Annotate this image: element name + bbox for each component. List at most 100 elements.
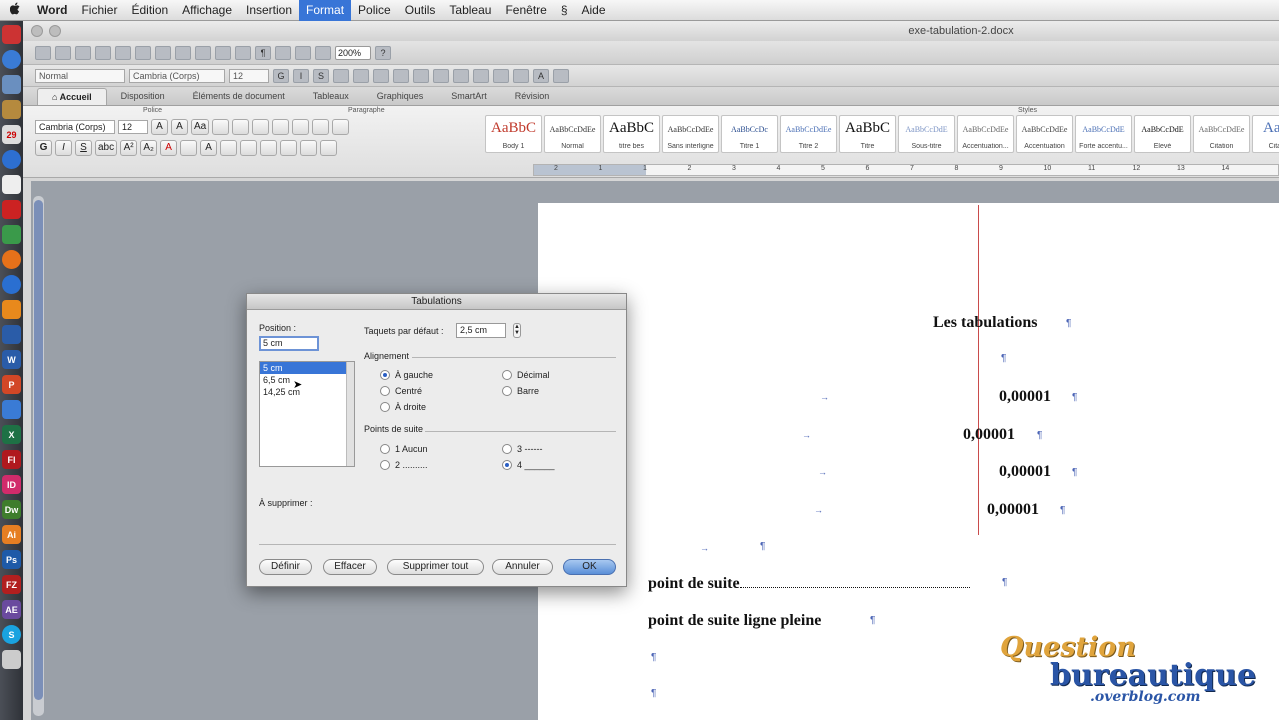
style-swatch[interactable]: AaBbCcDdE Forte accentu... (1075, 115, 1132, 153)
style-swatch[interactable]: AaBbCcDdE Élevé (1134, 115, 1191, 153)
powerpoint-icon[interactable]: P (2, 375, 21, 394)
ribbon-font-select[interactable]: Cambria (Corps) (35, 120, 115, 134)
clear-format-icon[interactable] (212, 119, 230, 135)
underline-ribbon-icon[interactable]: S (75, 140, 92, 156)
align-right-radio[interactable]: À droite (380, 402, 426, 412)
text-effects-icon[interactable]: A (200, 140, 218, 156)
tab-elements-document[interactable]: Éléments de document (179, 88, 299, 105)
position-list-item[interactable]: 5 cm (260, 362, 354, 374)
templates-icon[interactable] (55, 45, 71, 60)
app-store-icon[interactable] (2, 325, 21, 344)
italic-ribbon-icon[interactable]: I (55, 140, 72, 156)
indent-icon[interactable] (473, 68, 489, 83)
default-stops-stepper[interactable]: ▲ ▼ (513, 323, 521, 338)
safari-icon[interactable] (2, 275, 21, 294)
dreamweaver-icon[interactable]: Dw (2, 500, 21, 519)
doc-value[interactable]: 0,00001 (987, 501, 1039, 519)
menu-insertion[interactable]: Insertion (239, 0, 299, 21)
align-center-icon[interactable] (353, 68, 369, 83)
save-icon[interactable] (95, 45, 111, 60)
highlight-icon[interactable] (513, 68, 529, 83)
align-left-radio[interactable]: À gauche (380, 370, 433, 380)
outdent-icon[interactable] (453, 68, 469, 83)
vlc-icon[interactable] (2, 300, 21, 319)
subscript-icon[interactable]: A₂ (140, 140, 158, 156)
style-swatch[interactable]: AaBbC Titre (839, 115, 896, 153)
finder-icon[interactable] (2, 50, 21, 69)
leader-dots-radio[interactable]: 2 .......... (380, 460, 428, 470)
font-color-ribbon-icon[interactable]: A (160, 140, 178, 156)
apps-grid-icon[interactable] (2, 400, 21, 419)
doc-value[interactable]: 0,00001 (999, 388, 1051, 406)
paste-icon[interactable] (175, 45, 191, 60)
align-center-radio[interactable]: Centré (380, 386, 422, 396)
zoom-field[interactable]: 200% (335, 45, 371, 60)
cut-icon[interactable] (135, 45, 151, 60)
ribbon-size-select[interactable]: 12 (118, 120, 148, 134)
style-swatch[interactable]: AaBbCcDdE Sous-titre (898, 115, 955, 153)
bullets-ribbon-icon[interactable] (232, 119, 250, 135)
bold-icon[interactable]: G (273, 68, 289, 83)
list-scrollbar[interactable] (346, 362, 354, 466)
justify-icon[interactable] (393, 68, 409, 83)
tab-smartart[interactable]: SmartArt (437, 88, 501, 105)
menu-fichier[interactable]: Fichier (74, 0, 124, 21)
align-right-icon[interactable] (373, 68, 389, 83)
ok-button[interactable]: OK (563, 559, 616, 575)
calendar-icon[interactable]: 29 (2, 125, 21, 144)
textedit-icon[interactable] (2, 175, 21, 194)
maps-icon[interactable] (2, 225, 21, 244)
bullets-icon[interactable] (413, 68, 429, 83)
open-icon[interactable] (75, 45, 91, 60)
align-decimal-radio[interactable]: Décimal (502, 370, 550, 380)
new-document-icon[interactable] (35, 45, 51, 60)
menu-format[interactable]: Format (299, 0, 352, 21)
clear-all-button[interactable]: Supprimer tout (387, 559, 484, 575)
doc-value[interactable]: 0,00001 (999, 463, 1051, 481)
numbering-icon[interactable] (433, 68, 449, 83)
toolbox-icon[interactable] (295, 45, 311, 60)
doc-value[interactable]: 0,00001 (963, 426, 1015, 444)
firefox-icon[interactable] (2, 250, 21, 269)
media-browser-icon[interactable] (315, 45, 331, 60)
menu-tableau[interactable]: Tableau (442, 0, 498, 21)
style-swatch[interactable]: AaBbCcDdEe Sans interligne (662, 115, 719, 153)
style-swatch[interactable]: AaBbCcDdEe Normal (544, 115, 601, 153)
flash-icon[interactable]: Fl (2, 450, 21, 469)
apple-icon[interactable] (0, 2, 30, 18)
tab-graphiques[interactable]: Graphiques (363, 88, 438, 105)
tab-tableaux[interactable]: Tableaux (299, 88, 363, 105)
menu-aide[interactable]: Aide (575, 0, 613, 21)
acrobat-icon[interactable] (2, 200, 21, 219)
clear-button[interactable]: Effacer (323, 559, 377, 575)
word-icon[interactable]: W (2, 350, 21, 369)
menu-outils[interactable]: Outils (398, 0, 443, 21)
leader-none-radio[interactable]: 1 Aucun (380, 444, 428, 454)
align-right-ribbon-icon[interactable] (260, 140, 278, 156)
tab-disposition[interactable]: Disposition (107, 88, 179, 105)
style-swatch[interactable]: AaBbCcDc Titre 1 (721, 115, 778, 153)
size-field[interactable]: 12 (229, 68, 269, 83)
vertical-scrollbar[interactable] (33, 196, 44, 716)
bold-ribbon-icon[interactable]: G (35, 140, 52, 156)
sidebar-icon[interactable] (275, 45, 291, 60)
copy-icon[interactable] (155, 45, 171, 60)
multilevel-list-icon[interactable] (272, 119, 290, 135)
cancel-button[interactable]: Annuler (492, 559, 553, 575)
illustrator-icon[interactable]: Ai (2, 525, 21, 544)
numbering-ribbon-icon[interactable] (252, 119, 270, 135)
eraser-icon[interactable] (553, 68, 569, 83)
position-list[interactable]: 5 cm 6,5 cm 14,25 cm (259, 361, 355, 467)
menu-police[interactable]: Police (351, 0, 398, 21)
columns-icon[interactable] (332, 119, 350, 135)
style-field[interactable]: Normal (35, 68, 125, 83)
change-case-icon[interactable]: Aa (191, 119, 210, 135)
pilcrow-toggle-icon[interactable]: ¶ (255, 45, 271, 60)
strikethrough-icon[interactable]: abc (95, 140, 118, 156)
font-field[interactable]: Cambria (Corps) (129, 68, 225, 83)
align-left-ribbon-icon[interactable] (220, 140, 238, 156)
menu-fenetre[interactable]: Fenêtre (498, 0, 553, 21)
line-spacing-icon[interactable] (300, 140, 318, 156)
indesign-icon[interactable]: ID (2, 475, 21, 494)
menu-edition[interactable]: Édition (124, 0, 175, 21)
